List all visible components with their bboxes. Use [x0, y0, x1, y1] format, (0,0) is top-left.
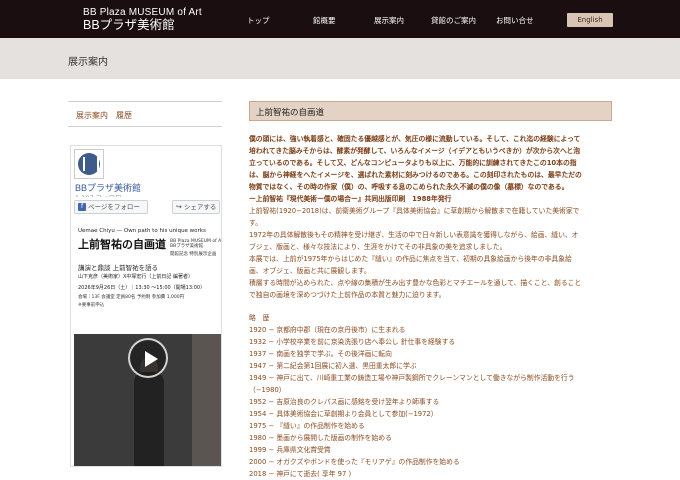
nav-about[interactable]: 館概要 [313, 15, 336, 26]
exhibition-heading: 上前智祐の自画道 [249, 101, 612, 121]
intro-line: 培われてきた脳みそからは、酵素が発酵して、いろんなイメージ（イデアともいうべきか… [249, 147, 581, 155]
facebook-page-widget: BBプラザ美術館 1,107 フォロワー fページをフォロー ↪シェアする Ue… [70, 145, 222, 467]
history-title: 略 歴 [249, 314, 270, 322]
history-item: 1949 − 神戸に出て、川崎重工業の鋳造工場や神戸製鋼所でクレーンマンとして働… [249, 374, 575, 382]
page-title: 展示案内 [68, 57, 108, 68]
facebook-page-avatar[interactable] [74, 149, 104, 179]
bio-line: 画、オブジェ、版画と共に展観します。 [249, 267, 371, 275]
history-item: 1999 − 兵庫県文化賞受賞 [249, 446, 331, 454]
video-speakers: 山下克彦（美術家）X中塚宏行（上前日記 編著者） [78, 274, 194, 280]
english-button[interactable]: English [567, 13, 613, 27]
facebook-follower-count: 1,107 フォロワー [75, 192, 128, 197]
nav-exhibitions[interactable]: 展示案内 [374, 15, 404, 26]
sidebar-exhibition-history[interactable]: 展示案内 履歴 [68, 101, 222, 127]
facebook-icon: f [78, 203, 86, 211]
video-subtitle-en: Uemae Chiyu — Own path to his unique wor… [78, 228, 206, 234]
museum-logo-icon [78, 153, 100, 175]
intro-line: 僕の頭には、強い執着感と、確固たる優越感とが、気圧の様に流動している。そして、こ… [249, 135, 581, 143]
intro-line: は、脳から神経をへたイメージを、選ばれた素材に刻みつけるのである。この刻印された… [249, 171, 582, 179]
share-icon: ↪ [176, 203, 182, 211]
bio-line: す。 [249, 219, 262, 227]
top-navigation-bar: BB Plaza MUSEUM of Art BBプラザ美術館 トップ 館概要 … [0, 0, 680, 38]
facebook-share-button[interactable]: ↪ シェアする [172, 200, 220, 214]
history-item: 1975 − 『縫い』の作品制作を始める [249, 422, 365, 430]
facebook-video-player[interactable]: Uemae Chiyu — Own path to his unique wor… [74, 222, 222, 466]
video-frame-background [192, 334, 221, 466]
video-poster: Uemae Chiyu — Own path to his unique wor… [74, 222, 222, 334]
facebook-follow-button[interactable]: f ページをフォロー [74, 200, 148, 214]
history-item: 1947 − 第二紀会第1回展に初入選、黒田重太郎に学ぶ [249, 362, 417, 370]
play-icon[interactable] [128, 338, 168, 378]
bio-line: 上前智祐(1920−2018)は、前衛美術グループ『具体美術協会』に草創期から解… [249, 207, 580, 215]
intro-line: 物質ではなく、その時の作家（僕）の、呼吸する息のこめられた永久不滅の僕の像（墓標… [249, 183, 569, 191]
history-item: （−1980） [249, 386, 286, 394]
video-badge: BB Plaza MUSEUM of Art BBプラザ美術館 [170, 239, 222, 249]
quote-source: ー上前智祐『現代美術ー僕の場合ー』共同出版印刷 1988年発行 [249, 195, 452, 203]
history-item: 1952 − 吉原治良のクレパス画に感銘を受け翌年より師事する [249, 398, 440, 406]
history-item: 2018 − 神戸にて逝去( 享年 97 ) [249, 470, 352, 478]
intro-line: 立っているのである。そして又、どんなコンピュータよりも以上に、万能的に訓練されて… [249, 159, 577, 167]
bio-line: で独自の画境を深めつづけた上前作品の本質と魅力に迫ります。 [249, 291, 446, 299]
history-item: 1954 − 具体美術協会に草創期より会員として参加(−1972） [249, 410, 438, 418]
video-org: 開館記念 特別展示企画 [170, 252, 217, 257]
video-note: ※要事前申込 [78, 303, 105, 308]
video-title-jp: 上前智祐の自画道 [78, 238, 166, 251]
bio-line: ブジェ、版画と、様々な技法により、生涯をかけてその非具象の美を追求しました。 [249, 243, 507, 251]
share-label: シェアする [183, 203, 217, 211]
follow-label: ページをフォロー [88, 203, 140, 211]
nav-rental[interactable]: 貸館のご案内 [431, 15, 476, 26]
bio-line: 1972年の具体解散後もその精神を受け継ぎ、生活の中で日々新しい表意識を獲得しな… [249, 231, 579, 239]
history-item: 2000 − オガクズやボンドを使った『モリアゲ』の作品制作を始める [249, 458, 460, 466]
history-item: 1920 − 京都府中郡（現在の京丹後市）に生まれる [249, 326, 406, 334]
video-date: 2026年9月26日（土）｜13:30 〜15:00（開場13:00） [78, 285, 206, 291]
sidebar-title-label: 展示案内 履歴 [76, 111, 132, 120]
nav-contact[interactable]: お問い合せ [496, 15, 534, 26]
video-lecture: 講演と鼎談 上前智祐を語る [78, 264, 159, 272]
bio-line: 本展では、上前が1975年からはじめた『縫い』の作品に焦点を当て、初期の具象絵画… [249, 255, 572, 263]
history-item: 1937 − 南画を独学で学ぶ。その後洋画に転向 [249, 350, 392, 358]
bio-line: 積層する時間が込められた、点や線の集積が生み出す豊かな色彩とマチエールを通して、… [249, 279, 582, 287]
speaker-figure [134, 372, 164, 466]
page-header: 展示案内 [0, 38, 680, 79]
video-place: 会場｜13F 会議室 定員80名 予約制 参加費 1,000円 [78, 295, 185, 300]
exhibition-heading-label: 上前智祐の自画道 [256, 108, 325, 118]
nav-top[interactable]: トップ [247, 15, 270, 26]
history-item: 1932 − 小学校卒業を前に京染洗張り店へ奉公し 針仕事を経験する [249, 338, 456, 346]
history-item: 1980 − 墨画から展開した版画の制作を始める [249, 434, 392, 442]
